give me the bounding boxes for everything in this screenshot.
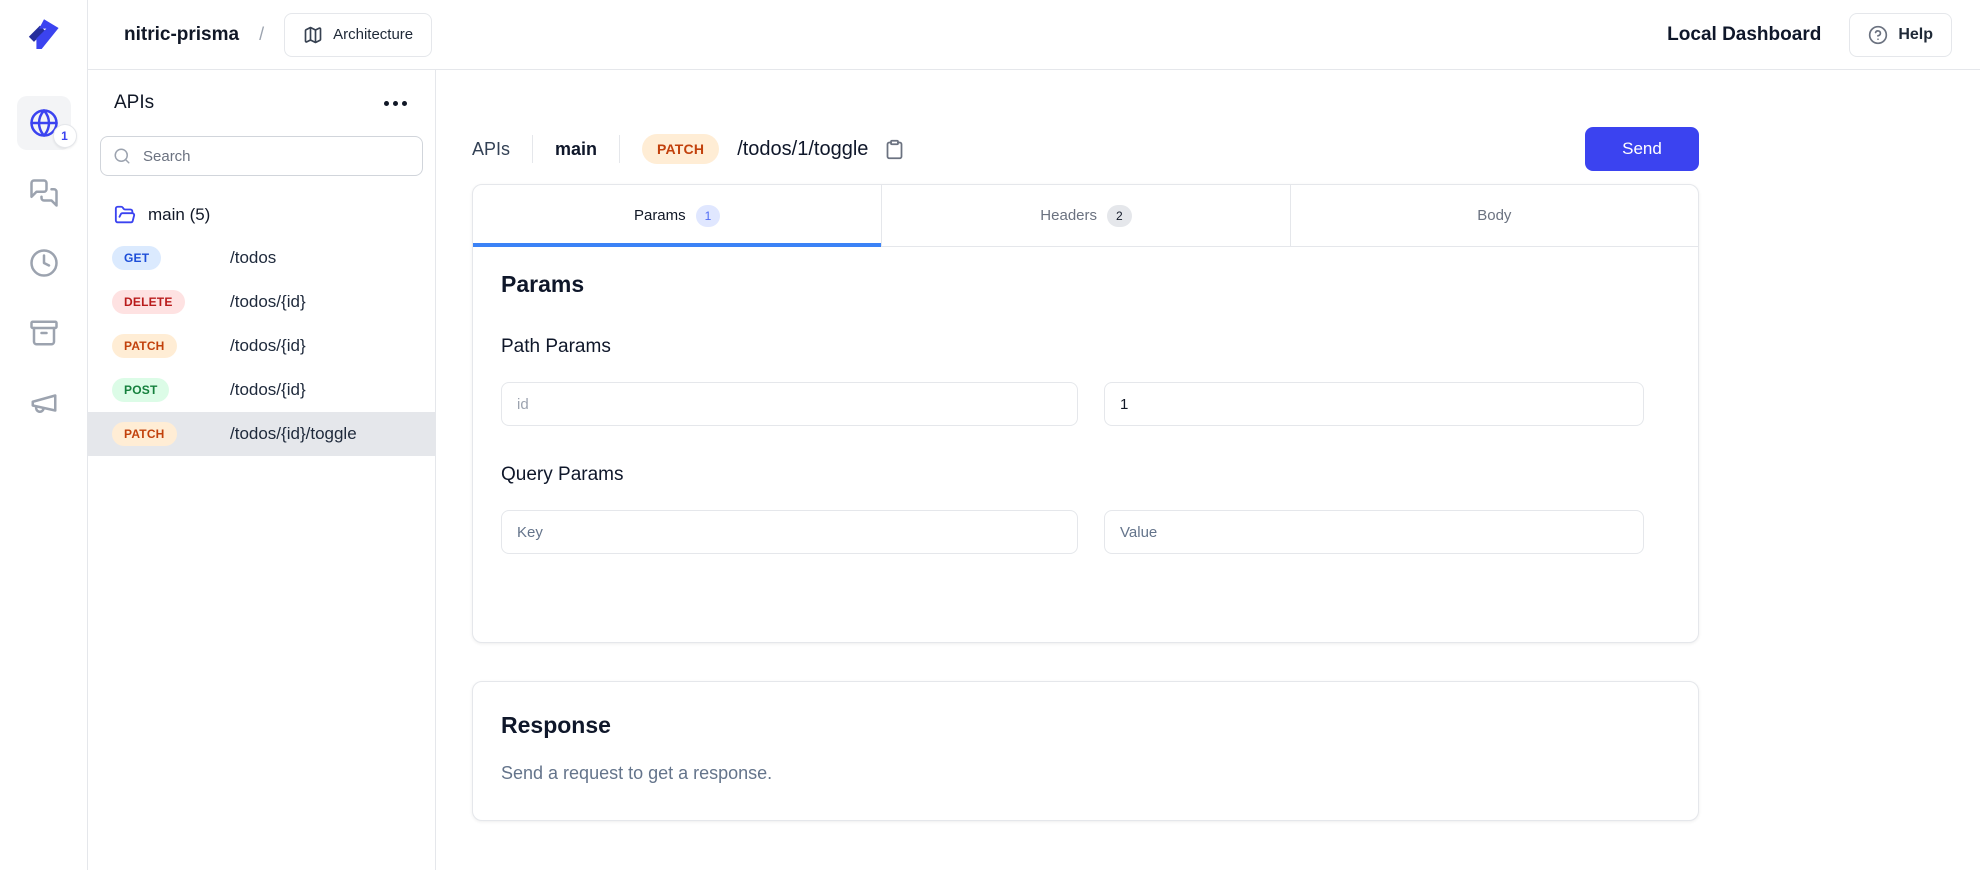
logo-cell	[0, 0, 88, 70]
query-params-title: Query Params	[501, 464, 1670, 486]
rail-item-schedules[interactable]	[17, 236, 71, 290]
endpoint-path: /todos/{id}	[230, 336, 435, 356]
endpoint-row[interactable]: PATCH/todos/{id}	[88, 324, 435, 368]
breadcrumb-method-badge: PATCH	[642, 134, 719, 164]
search-wrap	[100, 136, 423, 176]
breadcrumb-divider	[619, 135, 620, 163]
search-input[interactable]	[100, 136, 423, 176]
main-content: APIs main PATCH /todos/1/toggle Send Par…	[436, 70, 1980, 870]
tab-label: Params	[634, 207, 686, 224]
tab-params[interactable]: Params 1	[473, 185, 881, 246]
bucket-icon	[29, 318, 59, 348]
nitric-logo-icon[interactable]	[23, 14, 65, 56]
api-group-main[interactable]: main (5)	[88, 204, 435, 226]
breadcrumb-divider	[532, 135, 533, 163]
query-param-rows	[501, 510, 1670, 554]
breadcrumb-request-path: /todos/1/toggle	[737, 138, 868, 161]
architecture-button-label: Architecture	[333, 26, 413, 43]
endpoint-row[interactable]: GET/todos	[88, 236, 435, 280]
method-badge: PATCH	[112, 334, 177, 358]
apis-panel: APIs main (5) GET/todosDELETE/todos/{id}…	[88, 70, 436, 870]
method-badge: DELETE	[112, 290, 185, 314]
breadcrumb-api-name: main	[555, 139, 597, 160]
rail-item-websockets[interactable]	[17, 166, 71, 220]
tab-body[interactable]: Body	[1290, 185, 1698, 246]
project-name: nitric-prisma	[124, 24, 239, 46]
query-param-row	[501, 510, 1670, 554]
search-icon	[113, 147, 131, 165]
path-param-key-input[interactable]	[501, 382, 1078, 426]
icon-rail: 1	[0, 70, 88, 870]
path-param-rows	[501, 382, 1670, 426]
help-button[interactable]: Help	[1849, 13, 1952, 57]
request-breadcrumb-bar: APIs main PATCH /todos/1/toggle Send	[472, 126, 1699, 172]
architecture-button[interactable]: Architecture	[284, 13, 432, 57]
endpoint-row[interactable]: PATCH/todos/{id}/toggle	[88, 412, 435, 456]
clipboard-icon	[884, 139, 905, 160]
method-badge: POST	[112, 378, 169, 402]
rail-item-apis[interactable]: 1	[17, 96, 71, 150]
map-icon	[303, 25, 323, 45]
query-param-value-input[interactable]	[1104, 510, 1644, 554]
rail-item-badge: 1	[53, 124, 77, 148]
response-title: Response	[501, 712, 1670, 739]
apis-menu-button[interactable]	[378, 95, 413, 112]
query-param-key-input[interactable]	[501, 510, 1078, 554]
tab-count-badge: 1	[696, 205, 721, 227]
endpoint-list: GET/todosDELETE/todos/{id}PATCH/todos/{i…	[88, 236, 435, 456]
topbar-right: Local Dashboard Help	[1667, 13, 1952, 57]
breadcrumb-separator: /	[259, 24, 264, 45]
apis-panel-title: APIs	[114, 92, 154, 114]
rail-item-feedback[interactable]	[17, 376, 71, 430]
endpoint-row[interactable]: POST/todos/{id}	[88, 368, 435, 412]
method-badge: PATCH	[112, 422, 177, 446]
endpoint-path: /todos	[230, 248, 435, 268]
request-tabbar: Params 1 Headers 2 Body	[473, 185, 1698, 247]
breadcrumb-apis: APIs	[472, 139, 510, 160]
megaphone-icon	[29, 388, 59, 418]
ellipsis-icon	[384, 101, 389, 106]
tab-label: Body	[1477, 207, 1511, 224]
endpoint-path: /todos/{id}	[230, 380, 435, 400]
path-params-title: Path Params	[501, 336, 1670, 358]
params-section-title: Params	[501, 271, 1670, 298]
send-button[interactable]: Send	[1585, 127, 1699, 171]
copy-path-button[interactable]	[882, 137, 907, 162]
tab-label: Headers	[1040, 207, 1097, 224]
dashboard-title: Local Dashboard	[1667, 24, 1821, 46]
response-card: Response Send a request to get a respons…	[472, 681, 1699, 821]
tab-count-badge: 2	[1107, 205, 1132, 227]
topbar: nitric-prisma / Architecture Local Dashb…	[88, 0, 1980, 70]
help-circle-icon	[1868, 25, 1888, 45]
chat-icon	[29, 178, 59, 208]
endpoint-row[interactable]: DELETE/todos/{id}	[88, 280, 435, 324]
rail-item-storage[interactable]	[17, 306, 71, 360]
params-body: Params Path Params Query Params	[473, 247, 1698, 554]
endpoint-path: /todos/{id}/toggle	[230, 424, 435, 444]
response-empty-message: Send a request to get a response.	[501, 763, 1670, 784]
method-badge: GET	[112, 246, 161, 270]
path-param-row	[501, 382, 1670, 426]
api-group-label: main (5)	[148, 205, 210, 225]
folder-open-icon	[114, 204, 136, 226]
endpoint-path: /todos/{id}	[230, 292, 435, 312]
help-button-label: Help	[1898, 26, 1933, 44]
apis-panel-header: APIs	[88, 92, 435, 114]
path-param-value-input[interactable]	[1104, 382, 1644, 426]
request-card: Params 1 Headers 2 Body Params Path Params Q…	[472, 184, 1699, 643]
tab-headers[interactable]: Headers 2	[881, 185, 1289, 246]
app-root: nitric-prisma / Architecture Local Dashb…	[0, 0, 1980, 870]
clock-icon	[29, 248, 59, 278]
